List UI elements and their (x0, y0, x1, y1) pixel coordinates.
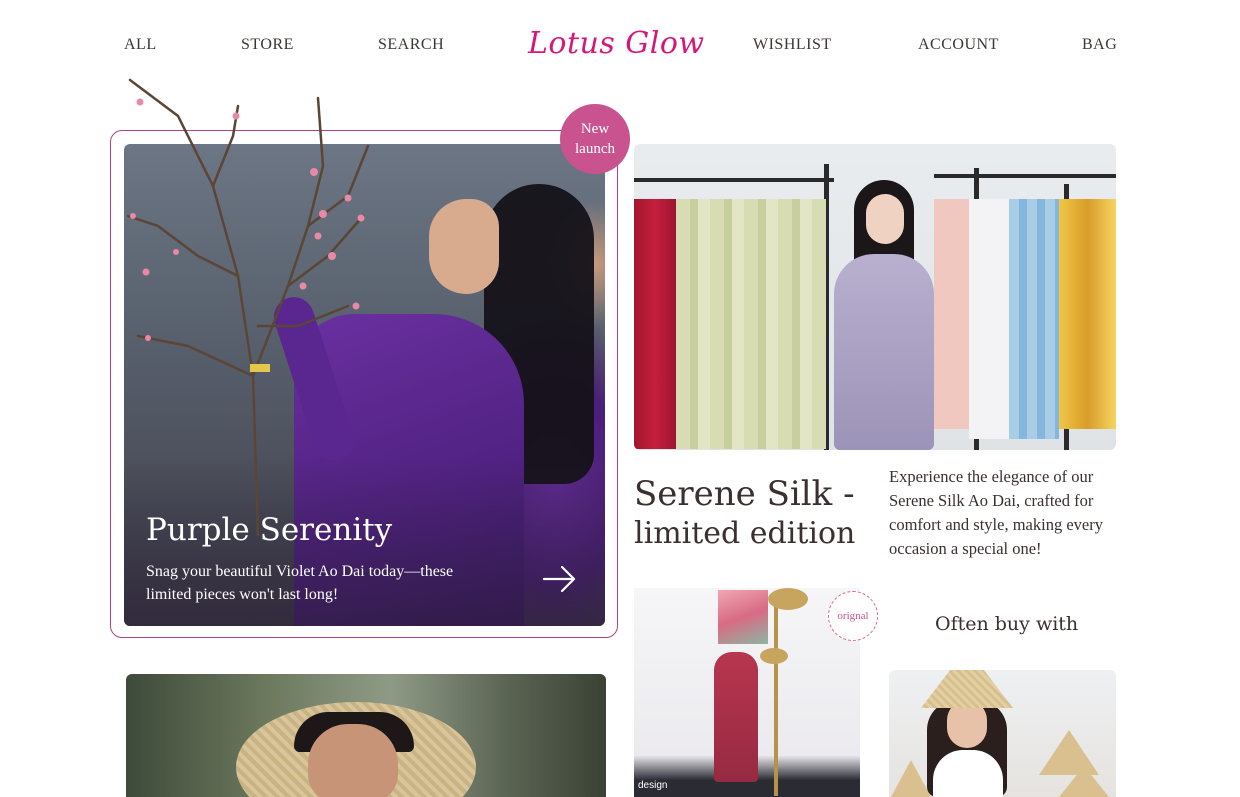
hero-face (429, 199, 499, 294)
rack-rail (634, 178, 834, 182)
lamp-stand (774, 596, 778, 796)
background-conical-hat (891, 760, 931, 797)
rack-rail (934, 174, 1116, 178)
clothes-yellow (1059, 199, 1116, 429)
store-woman-face (866, 194, 904, 244)
logo[interactable]: Lotus Glow (528, 26, 705, 61)
feature-description: Experience the elegance of our Serene Si… (889, 467, 1103, 558)
background-conical-hat (1039, 730, 1099, 775)
nav-store[interactable]: STORE (241, 36, 294, 54)
design-watermark: design (638, 780, 668, 791)
clothes-red (634, 199, 676, 449)
wall-painting (718, 590, 768, 644)
clothes-green (676, 199, 826, 449)
often-model-shirt (933, 750, 1003, 797)
badge-line-1: New (580, 121, 610, 137)
often-conical-hat (921, 670, 1013, 708)
feature-title: Serene Silk - (634, 474, 855, 514)
feature-subtitle: limited edition (634, 516, 856, 551)
badge-line-2: launch (575, 141, 615, 157)
store-woman-dress (834, 254, 934, 450)
often-buy-product-image[interactable] (889, 670, 1116, 797)
arrow-right-icon[interactable] (540, 562, 580, 596)
hero-title: Purple Serenity (146, 512, 393, 548)
conical-hat-image[interactable] (126, 674, 606, 797)
store-image[interactable] (634, 144, 1116, 450)
blossom-branches-illustration (126, 78, 370, 536)
mannequin-product-image[interactable]: design (634, 588, 860, 797)
hero-text: Snag your beautiful Violet Ao Dai today—… (146, 563, 454, 603)
lamp-leaf (768, 588, 808, 610)
original-badge: orignal (828, 591, 878, 641)
often-buy-title: Often buy with (935, 613, 1079, 635)
clothes-pink (934, 199, 969, 429)
clothes-white (969, 199, 1009, 439)
mannequin-dress (714, 652, 758, 782)
nav-search[interactable]: SEARCH (378, 36, 444, 54)
new-launch-badge: New launch (560, 104, 630, 174)
nav-all[interactable]: ALL (124, 36, 157, 54)
lamp-leaf (760, 648, 788, 664)
model-face (308, 724, 398, 797)
nav-account[interactable]: ACCOUNT (918, 36, 999, 54)
nav-wishlist[interactable]: WISHLIST (753, 36, 832, 54)
clothes-blue (1009, 199, 1059, 439)
nav-bag[interactable]: BAG (1082, 36, 1117, 54)
